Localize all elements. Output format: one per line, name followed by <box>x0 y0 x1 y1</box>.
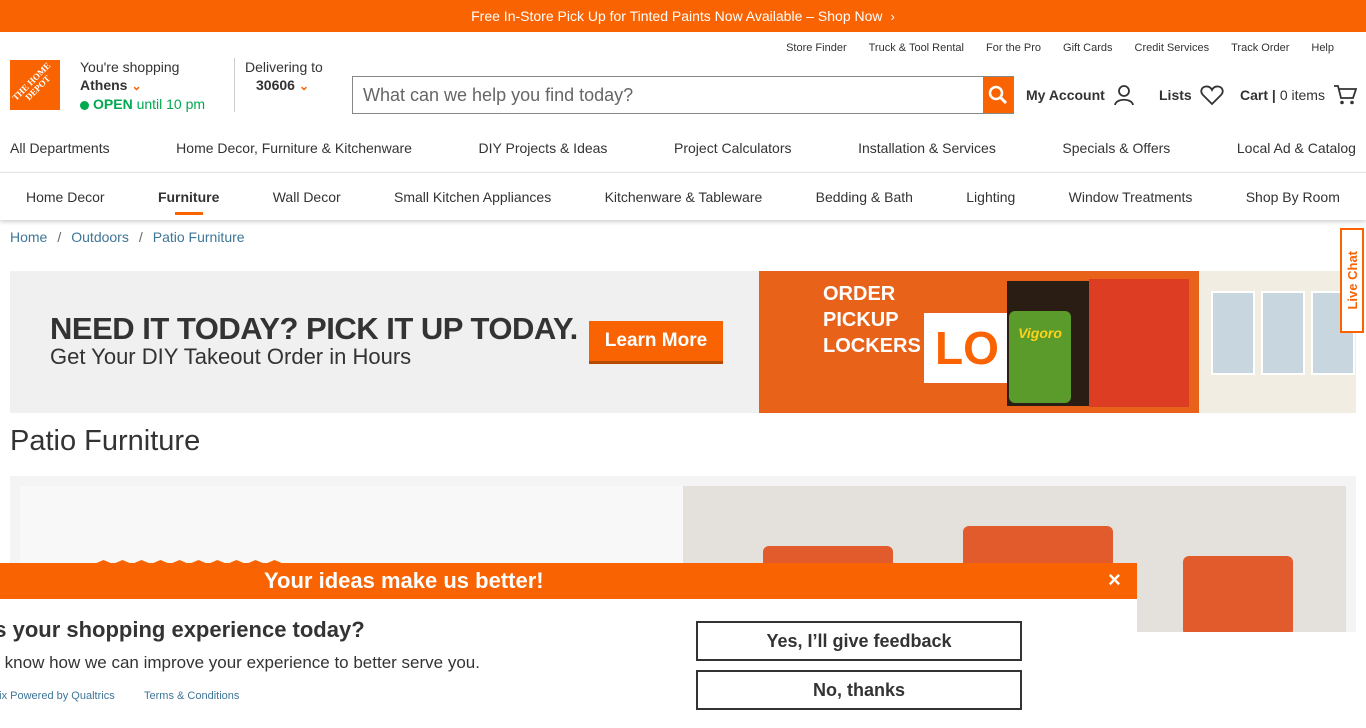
pickup-lockers-image: ORDER PICKUP LOCKERS LO Vigoro <box>759 271 1356 413</box>
store-hours: until 10 pm <box>136 96 206 112</box>
subnav-window-treatments[interactable]: Window Treatments <box>1069 189 1193 205</box>
feedback-question: as your shopping experience today? <box>0 617 365 642</box>
chevron-down-icon[interactable]: ⌄ <box>131 79 141 93</box>
open-status-icon <box>80 100 89 110</box>
shopping-label: You're shopping <box>80 59 180 75</box>
heart-icon <box>1200 85 1224 106</box>
breadcrumb-patio-furniture[interactable]: Patio Furniture <box>153 229 245 245</box>
feedback-header: Your ideas make us better! × <box>0 563 1137 599</box>
banner-headline: NEED IT TODAY? PICK IT UP TODAY. <box>50 311 578 346</box>
search-input[interactable] <box>353 77 983 113</box>
live-chat-label: Live Chat <box>1344 251 1360 310</box>
locker-signage: ORDER PICKUP LOCKERS <box>823 283 921 357</box>
nav-home-decor-furniture[interactable]: Home Decor, Furniture & Kitchenware <box>176 140 412 156</box>
feedback-dialog: as your shopping experience today? us kn… <box>0 599 1137 728</box>
open-status: OPEN <box>93 96 133 112</box>
chevron-right-icon: › <box>890 8 895 24</box>
breadcrumb-outdoors[interactable]: Outdoors <box>71 229 129 245</box>
subnav-furniture[interactable]: Furniture <box>158 189 219 205</box>
main-nav: All Departments Home Decor, Furniture & … <box>10 130 1356 166</box>
store-selector[interactable]: You're shopping Athens ⌄ OPEN until 10 pm <box>80 58 205 113</box>
subnav-home-decor[interactable]: Home Decor <box>26 189 105 205</box>
search-icon <box>988 85 1008 105</box>
banner-subhead: Get Your DIY Takeout Order in Hours <box>50 344 412 369</box>
store-city[interactable]: Athens <box>80 77 127 93</box>
nav-diy-projects[interactable]: DIY Projects & Ideas <box>479 140 608 156</box>
delivery-zip[interactable]: 30606 <box>256 77 295 93</box>
subnav-kitchenware-tableware[interactable]: Kitchenware & Tableware <box>605 189 763 205</box>
breadcrumb: Home / Outdoors / Patio Furniture <box>10 229 245 245</box>
subnav-lighting[interactable]: Lighting <box>966 189 1015 205</box>
sub-nav: Home Decor Furniture Wall Decor Small Ki… <box>0 172 1366 220</box>
nav-specials-offers[interactable]: Specials & Offers <box>1062 140 1170 156</box>
close-icon[interactable]: × <box>1108 567 1121 593</box>
give-feedback-button[interactable]: Yes, I’ll give feedback <box>696 621 1022 661</box>
terms-link[interactable]: Terms & Conditions <box>144 690 239 702</box>
qualtrics-link[interactable]: ltrix Powered by Qualtrics <box>0 690 115 702</box>
delivery-selector[interactable]: Delivering to 30606 ⌄ <box>245 58 323 95</box>
my-account-label: My Account <box>1026 87 1105 103</box>
locker-door <box>1089 279 1189 407</box>
my-account-button[interactable]: My Account <box>1026 84 1135 106</box>
locker-logo-panel: LO <box>924 313 1010 383</box>
store-window <box>1199 271 1356 413</box>
nav-all-departments[interactable]: All Departments <box>10 140 110 156</box>
promo-text[interactable]: Free In-Store Pick Up for Tinted Paints … <box>471 8 882 24</box>
nav-project-calculators[interactable]: Project Calculators <box>674 140 792 156</box>
pickup-promo-banner[interactable]: NEED IT TODAY? PICK IT UP TODAY. Get You… <box>10 271 1356 413</box>
lists-button[interactable]: Lists <box>1159 84 1224 106</box>
no-thanks-button[interactable]: No, thanks <box>696 670 1022 710</box>
cart-button[interactable]: Cart | 0 items <box>1240 84 1357 106</box>
product-bag: Vigoro <box>1009 311 1071 403</box>
feedback-strip <box>1137 632 1366 728</box>
truck-tool-rental-link[interactable]: Truck & Tool Rental <box>869 42 964 54</box>
subnav-shop-by-room[interactable]: Shop By Room <box>1246 189 1340 205</box>
gift-cards-link[interactable]: Gift Cards <box>1063 42 1113 54</box>
lists-label: Lists <box>1159 87 1192 103</box>
utility-links: Store Finder Truck & Tool Rental For the… <box>786 42 1334 54</box>
track-order-link[interactable]: Track Order <box>1231 42 1289 54</box>
learn-more-button[interactable]: Learn More <box>589 321 723 361</box>
for-the-pro-link[interactable]: For the Pro <box>986 42 1041 54</box>
breadcrumb-home[interactable]: Home <box>10 229 47 245</box>
feedback-description: us know how we can improve your experien… <box>0 653 480 672</box>
home-depot-logo[interactable]: THE HOME DEPOT <box>10 60 60 110</box>
header-divider <box>234 58 235 112</box>
user-icon <box>1113 85 1134 106</box>
promo-banner[interactable]: Free In-Store Pick Up for Tinted Paints … <box>0 0 1366 32</box>
subnav-small-kitchen-appliances[interactable]: Small Kitchen Appliances <box>394 189 551 205</box>
chevron-down-icon[interactable]: ⌄ <box>299 79 309 93</box>
cart-count: 0 items <box>1279 87 1325 103</box>
search-bar <box>352 76 1014 114</box>
help-link[interactable]: Help <box>1311 42 1334 54</box>
subnav-wall-decor[interactable]: Wall Decor <box>273 189 341 205</box>
store-finder-link[interactable]: Store Finder <box>786 42 847 54</box>
credit-services-link[interactable]: Credit Services <box>1135 42 1210 54</box>
logo-text: THE HOME DEPOT <box>10 60 53 103</box>
subnav-bedding-bath[interactable]: Bedding & Bath <box>816 189 913 205</box>
nav-local-ad-catalog[interactable]: Local Ad & Catalog <box>1237 140 1356 156</box>
nav-installation-services[interactable]: Installation & Services <box>858 140 996 156</box>
cart-label: Cart | <box>1240 87 1276 103</box>
page-title: Patio Furniture <box>10 425 201 457</box>
search-button[interactable] <box>983 77 1013 113</box>
feedback-title: Your ideas make us better! <box>264 568 544 593</box>
cart-icon <box>1333 85 1357 105</box>
delivery-label: Delivering to <box>245 59 323 75</box>
live-chat-tab[interactable]: Live Chat <box>1340 228 1364 333</box>
